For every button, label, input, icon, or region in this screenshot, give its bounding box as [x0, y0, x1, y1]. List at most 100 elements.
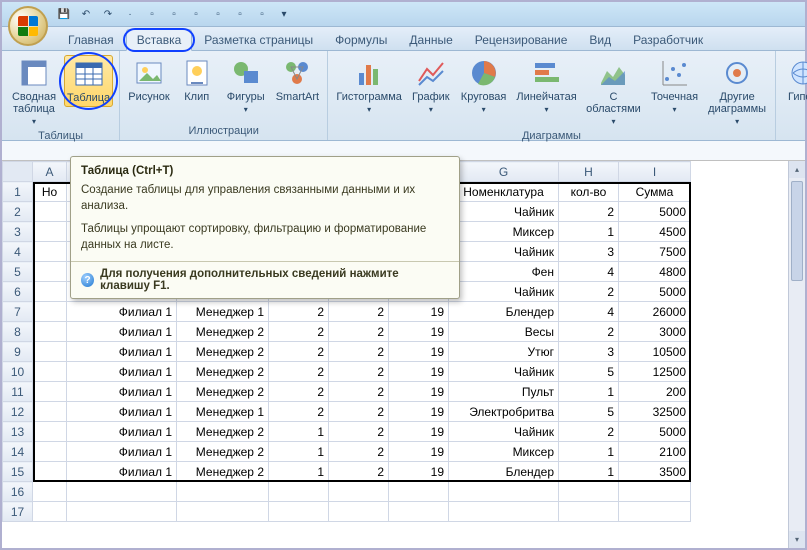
tab-home[interactable]: Главная — [58, 30, 124, 50]
cell[interactable]: 3 — [559, 242, 619, 262]
cell[interactable]: Филиал 1 — [67, 322, 177, 342]
scroll-up-icon[interactable]: ▴ — [789, 161, 805, 178]
cell[interactable] — [449, 482, 559, 502]
row-header[interactable]: 6 — [3, 282, 33, 302]
cell[interactable] — [33, 462, 67, 482]
cell[interactable]: 2 — [329, 422, 389, 442]
cell[interactable]: 10500 — [619, 342, 691, 362]
cell[interactable] — [177, 502, 269, 522]
qat-dropdown-icon[interactable]: ▾ — [276, 6, 292, 22]
tab-review[interactable]: Рецензирование — [465, 30, 578, 50]
cell[interactable]: Миксер — [449, 222, 559, 242]
cell[interactable] — [33, 442, 67, 462]
redo-icon[interactable]: ↷ — [100, 6, 116, 22]
cell[interactable]: 2 — [559, 282, 619, 302]
cell[interactable]: 12500 — [619, 362, 691, 382]
table-row[interactable]: 12Филиал 1Менеджер 12219Электробритва532… — [3, 402, 691, 422]
row-header[interactable]: 10 — [3, 362, 33, 382]
cell[interactable]: Чайник — [449, 242, 559, 262]
cell[interactable]: Менеджер 2 — [177, 422, 269, 442]
qat-item[interactable]: ▫ — [188, 6, 204, 22]
cell[interactable]: Чайник — [449, 422, 559, 442]
cell[interactable]: 19 — [389, 382, 449, 402]
cell[interactable] — [33, 422, 67, 442]
cell[interactable]: 2 — [329, 382, 389, 402]
cell[interactable]: 1 — [269, 442, 329, 462]
cell[interactable]: 19 — [389, 362, 449, 382]
cell[interactable]: 2 — [269, 382, 329, 402]
cell[interactable]: Филиал 1 — [67, 442, 177, 462]
cell[interactable]: 19 — [389, 442, 449, 462]
table-row[interactable]: 15Филиал 1Менеджер 21219Блендер13500 — [3, 462, 691, 482]
cell[interactable]: Менеджер 2 — [177, 382, 269, 402]
cell[interactable] — [33, 302, 67, 322]
cell[interactable]: 2 — [329, 462, 389, 482]
table-row[interactable]: 11Филиал 1Менеджер 22219Пульт1200 — [3, 382, 691, 402]
cell[interactable]: 2 — [559, 422, 619, 442]
ribbon-bar-button[interactable]: Линейчатая — [514, 55, 579, 117]
cell[interactable] — [33, 222, 67, 242]
qat-item[interactable]: ▫ — [210, 6, 226, 22]
ribbon-area-button[interactable]: Собластями — [583, 55, 643, 129]
cell[interactable]: Фен — [449, 262, 559, 282]
cell[interactable]: 2 — [329, 302, 389, 322]
cell[interactable]: Филиал 1 — [67, 402, 177, 422]
tab-developer[interactable]: Разработчик — [623, 30, 713, 50]
vertical-scrollbar[interactable]: ▴ ▾ — [788, 161, 805, 548]
cell[interactable]: Менеджер 1 — [177, 302, 269, 322]
office-button[interactable] — [8, 6, 48, 46]
cell[interactable]: 2 — [269, 342, 329, 362]
row-header[interactable]: 7 — [3, 302, 33, 322]
tab-data[interactable]: Данные — [399, 30, 462, 50]
cell[interactable]: 19 — [389, 322, 449, 342]
cell[interactable] — [389, 502, 449, 522]
row-header[interactable]: 11 — [3, 382, 33, 402]
cell[interactable]: Миксер — [449, 442, 559, 462]
cell[interactable]: Сумма — [619, 182, 691, 202]
cell[interactable]: 2 — [559, 202, 619, 222]
ribbon-pie-button[interactable]: Круговая — [457, 55, 509, 117]
cell[interactable] — [33, 342, 67, 362]
cell[interactable]: 4 — [559, 262, 619, 282]
row-header[interactable]: 3 — [3, 222, 33, 242]
ribbon-column-button[interactable]: Гистограмма — [334, 55, 404, 117]
row-header[interactable]: 4 — [3, 242, 33, 262]
cell[interactable]: 2 — [329, 402, 389, 422]
select-all-corner[interactable] — [3, 162, 33, 182]
col-header-A[interactable]: A — [33, 162, 67, 182]
cell[interactable]: Чайник — [449, 362, 559, 382]
ribbon-other-button[interactable]: Другиедиаграммы — [705, 55, 768, 129]
qat-item[interactable]: ▫ — [166, 6, 182, 22]
table-row[interactable]: 13Филиал 1Менеджер 21219Чайник25000 — [3, 422, 691, 442]
cell[interactable]: 4500 — [619, 222, 691, 242]
col-header-H[interactable]: H — [559, 162, 619, 182]
cell[interactable]: 2 — [329, 362, 389, 382]
table-row[interactable]: 10Филиал 1Менеджер 22219Чайник512500 — [3, 362, 691, 382]
cell[interactable]: 5000 — [619, 202, 691, 222]
cell[interactable]: 200 — [619, 382, 691, 402]
cell[interactable]: Менеджер 2 — [177, 462, 269, 482]
cell[interactable]: Менеджер 2 — [177, 342, 269, 362]
cell[interactable] — [619, 502, 691, 522]
cell[interactable]: Чайник — [449, 282, 559, 302]
tab-formulas[interactable]: Формулы — [325, 30, 397, 50]
cell[interactable]: 5000 — [619, 422, 691, 442]
cell[interactable]: Менеджер 2 — [177, 442, 269, 462]
cell[interactable]: 2100 — [619, 442, 691, 462]
cell[interactable]: 26000 — [619, 302, 691, 322]
cell[interactable] — [449, 502, 559, 522]
cell[interactable]: 3500 — [619, 462, 691, 482]
cell[interactable]: Филиал 1 — [67, 302, 177, 322]
col-header-I[interactable]: I — [619, 162, 691, 182]
cell[interactable]: кол-во — [559, 182, 619, 202]
cell[interactable] — [67, 502, 177, 522]
cell[interactable]: Весы — [449, 322, 559, 342]
cell[interactable] — [329, 502, 389, 522]
cell[interactable]: 1 — [559, 222, 619, 242]
cell[interactable]: Блендер — [449, 462, 559, 482]
cell[interactable]: Менеджер 1 — [177, 402, 269, 422]
cell[interactable]: 19 — [389, 422, 449, 442]
row-header[interactable]: 14 — [3, 442, 33, 462]
row-header[interactable]: 8 — [3, 322, 33, 342]
cell[interactable]: 3 — [559, 342, 619, 362]
